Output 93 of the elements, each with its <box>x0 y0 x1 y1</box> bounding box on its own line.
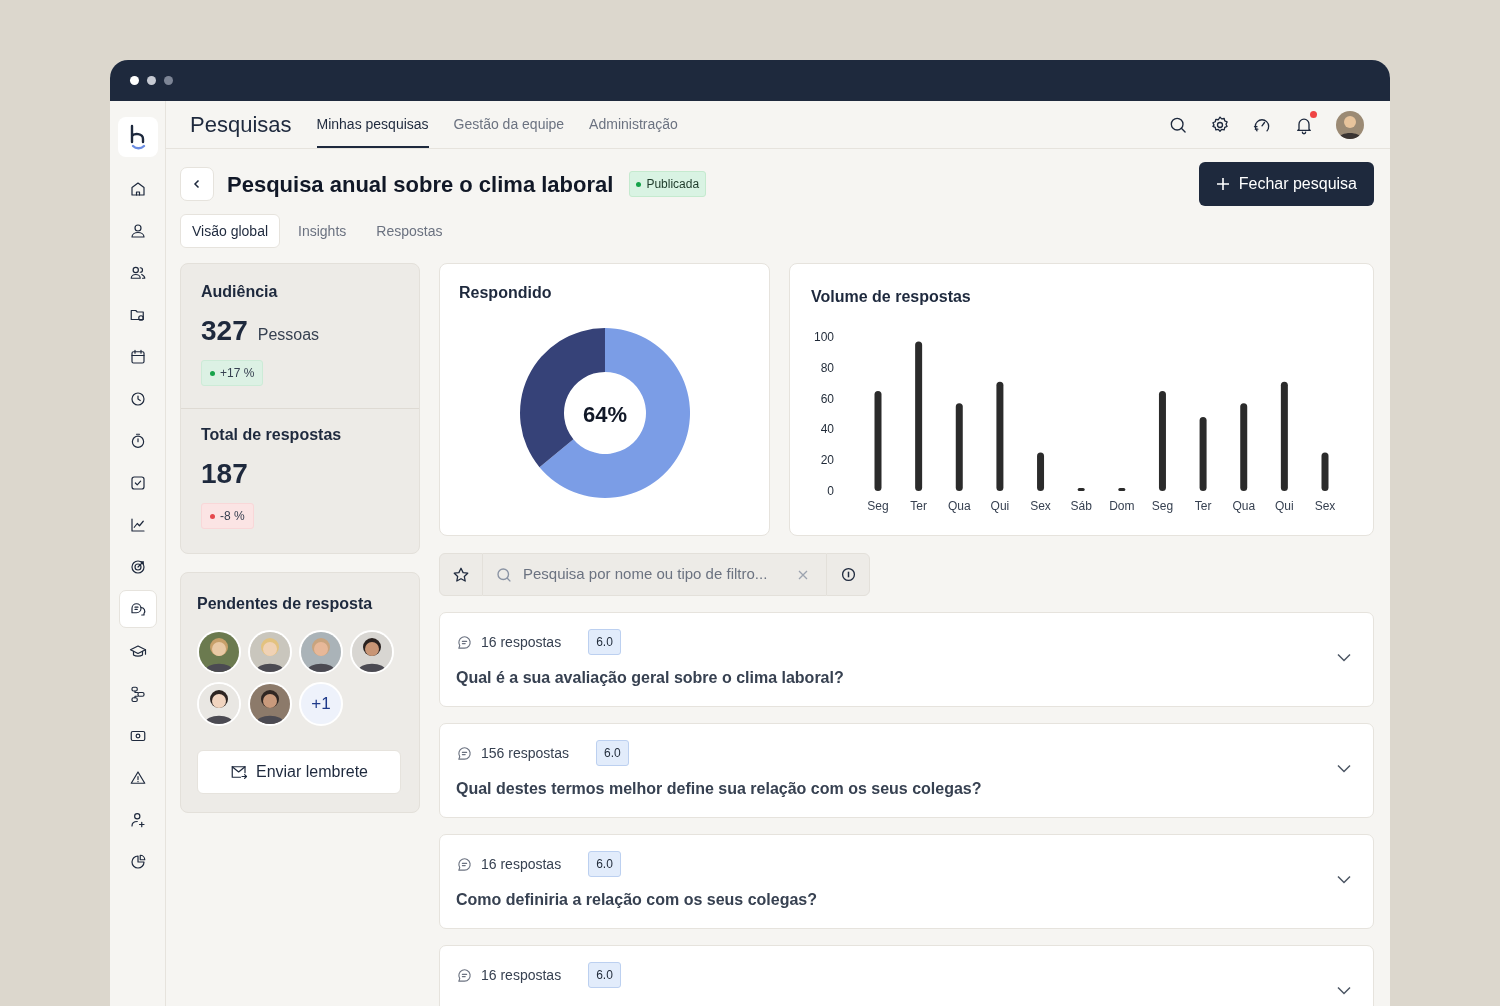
chat-icon <box>456 855 473 873</box>
response-count: 16 respostas <box>481 854 562 874</box>
user-icon <box>128 221 147 240</box>
stat-value: 187 <box>201 457 248 491</box>
question-text: Qual é a sua avaliação geral sobre o clima laboral? <box>456 668 845 688</box>
bar <box>1037 452 1045 491</box>
favorite-button[interactable] <box>439 553 483 596</box>
axis-label: 60 <box>820 391 834 406</box>
survey-title: Pesquisa anual sobre o clima laboral <box>227 170 614 199</box>
response-count: 156 respostas <box>481 743 569 763</box>
page-heading: Pesquisas <box>190 111 292 139</box>
send-reminder-button[interactable]: Enviar lembrete <box>197 750 401 794</box>
axis-label: 40 <box>820 422 834 437</box>
bar <box>1077 487 1085 491</box>
question-card[interactable]: 16 respostas 6.0 Como definiria a relação com os seus colegas? <box>439 834 1374 929</box>
nav-tab[interactable]: Gestão da equipe <box>453 101 565 148</box>
search-field[interactable]: Pesquisa por nome ou tipo de filtro... <box>483 553 826 596</box>
chevron-down-icon <box>1337 986 1351 995</box>
star-icon <box>452 565 470 584</box>
axis-label: 100 <box>813 330 834 344</box>
profile-button[interactable] <box>1336 110 1364 139</box>
chevron-down-icon <box>1337 653 1351 662</box>
question-card[interactable]: 16 respostas 6.0 Qual é a sua avaliação geral sobre o clima laboral? <box>439 612 1374 707</box>
view-tab[interactable]: Visão global <box>180 214 281 248</box>
logo-icon[interactable] <box>117 117 158 157</box>
card-title: Volume de respostas <box>811 287 971 307</box>
status-text: Publicada <box>646 176 700 193</box>
bar <box>1321 452 1329 491</box>
axis-label: Ter <box>910 499 927 513</box>
chat-icon <box>456 744 473 762</box>
percent-label: 64% <box>581 401 628 429</box>
mail-icon <box>229 763 248 781</box>
question-text: Qual destes termos melhor define sua relação com os seus colegas? <box>456 779 983 799</box>
chat-icon <box>128 600 147 618</box>
more-count: +1 <box>299 682 343 726</box>
trend-value: +17 % <box>220 365 255 382</box>
settings-button[interactable] <box>1210 114 1230 135</box>
axis-label: 0 <box>827 484 834 498</box>
card-title: Total de respostas <box>201 425 343 445</box>
card-title: Pendentes de resposta <box>197 594 374 614</box>
search-input[interactable]: Pesquisa por nome ou tipo de filtro... <box>523 563 791 586</box>
score-badge: 6.0 <box>588 851 621 877</box>
axis-label: Qua <box>1232 499 1256 513</box>
calendar-icon <box>128 347 147 366</box>
axis-label: Ter <box>1194 499 1212 513</box>
axis-label: Sex <box>1030 499 1051 513</box>
search-icon <box>495 565 513 584</box>
target-icon <box>128 557 147 576</box>
stat-value: 327 <box>201 314 248 348</box>
chat-icon <box>456 633 473 651</box>
settings-icon <box>1210 114 1230 135</box>
chevron-down-icon <box>1337 875 1351 884</box>
axis-label: 20 <box>820 453 834 468</box>
nav-tab[interactable]: Minhas pesquisas <box>316 101 429 148</box>
axis-label: 80 <box>820 360 834 375</box>
bar <box>1118 487 1126 491</box>
info-icon <box>840 567 856 582</box>
axis-label: Qua <box>947 499 971 513</box>
checkbox-icon <box>128 473 147 492</box>
axis-label: Qui <box>1275 499 1294 513</box>
nav-tab[interactable]: Administração <box>589 101 678 148</box>
notifications-button[interactable] <box>1294 114 1314 135</box>
card-title: Respondido <box>459 283 552 303</box>
user-add-icon <box>128 810 147 829</box>
close-icon <box>797 568 809 581</box>
axis-label: Sáb <box>1070 499 1092 513</box>
question-text: Como definiria a relação com os seus colegas? <box>456 890 818 910</box>
axis-label: Dom <box>1109 499 1135 513</box>
sidebar-item[interactable] <box>118 590 157 628</box>
score-badge: 6.0 <box>588 962 621 988</box>
view-tab[interactable]: Respostas <box>364 214 455 248</box>
close-survey-button[interactable]: Fechar pesquisa <box>1198 162 1374 206</box>
chat-icon <box>456 966 473 984</box>
axis-label: Seg <box>867 499 889 513</box>
trend-value: -8 % <box>220 508 245 525</box>
pie-chart-icon <box>128 852 147 871</box>
question-card[interactable]: 16 respostas 6.0 <box>439 945 1374 1006</box>
info-button[interactable] <box>826 553 870 596</box>
card-title: Audiência <box>201 282 279 302</box>
axis-label: Qui <box>990 499 1010 513</box>
axis-label: Sex <box>1314 499 1336 513</box>
axis-label: Seg <box>1151 499 1174 513</box>
score-badge: 6.0 <box>588 629 621 655</box>
view-tab[interactable]: Insights <box>286 214 359 248</box>
plus-icon <box>1215 177 1230 191</box>
score-badge: 6.0 <box>595 740 629 766</box>
response-count: 16 respostas <box>481 632 562 652</box>
chevron-down-icon <box>1337 764 1351 773</box>
flow-icon <box>128 684 147 703</box>
stat-unit: Pessoas <box>257 325 320 345</box>
clock-icon <box>128 389 147 408</box>
question-card[interactable]: 156 respostas 6.0 Qual destes termos melhor define sua relação com os seus colegas? <box>439 723 1374 818</box>
response-count: 16 respostas <box>481 965 562 985</box>
